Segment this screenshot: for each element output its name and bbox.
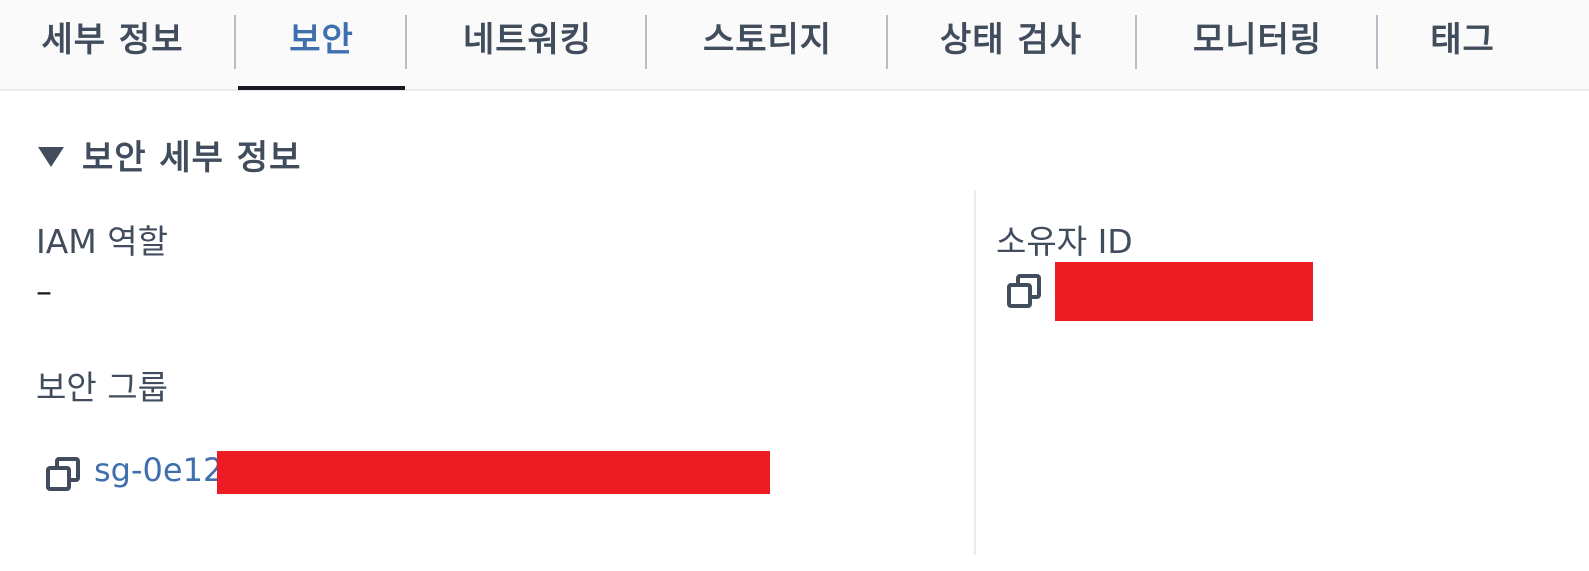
- column-divider: [974, 190, 976, 555]
- tab-separator: [645, 15, 647, 69]
- tab-separator: [1135, 15, 1137, 69]
- tab-monitoring[interactable]: 모니터링: [1150, 0, 1365, 89]
- tab-separator: [405, 15, 407, 69]
- tab-separator: [1376, 15, 1378, 69]
- redacted-security-group-id: [217, 451, 770, 494]
- security-group-link[interactable]: sg-0e12: [94, 451, 223, 489]
- active-tab-indicator: [238, 86, 405, 90]
- tab-bar: 세부 정보 보안 네트워킹 스토리지 상태 검사 모니터링 태그: [0, 0, 1589, 91]
- tab-security[interactable]: 보안: [238, 0, 405, 89]
- tab-details[interactable]: 세부 정보: [20, 0, 205, 89]
- section-title: 보안 세부 정보: [82, 138, 302, 178]
- redacted-owner-id: [1055, 262, 1313, 321]
- copy-icon[interactable]: [44, 455, 82, 493]
- security-group-label: 보안 그룹: [36, 368, 168, 407]
- copy-icon[interactable]: [1005, 272, 1043, 310]
- tab-networking[interactable]: 네트워킹: [420, 0, 635, 89]
- tab-separator: [886, 15, 888, 69]
- iam-role-label: IAM 역할: [36, 222, 168, 261]
- tab-tags[interactable]: 태그: [1390, 0, 1535, 89]
- tab-health-check[interactable]: 상태 검사: [900, 0, 1122, 89]
- tab-separator: [234, 15, 236, 69]
- tab-storage[interactable]: 스토리지: [660, 0, 875, 89]
- owner-id-label: 소유자 ID: [996, 222, 1133, 261]
- iam-role-value: –: [36, 272, 52, 310]
- caret-down-icon: [38, 147, 64, 167]
